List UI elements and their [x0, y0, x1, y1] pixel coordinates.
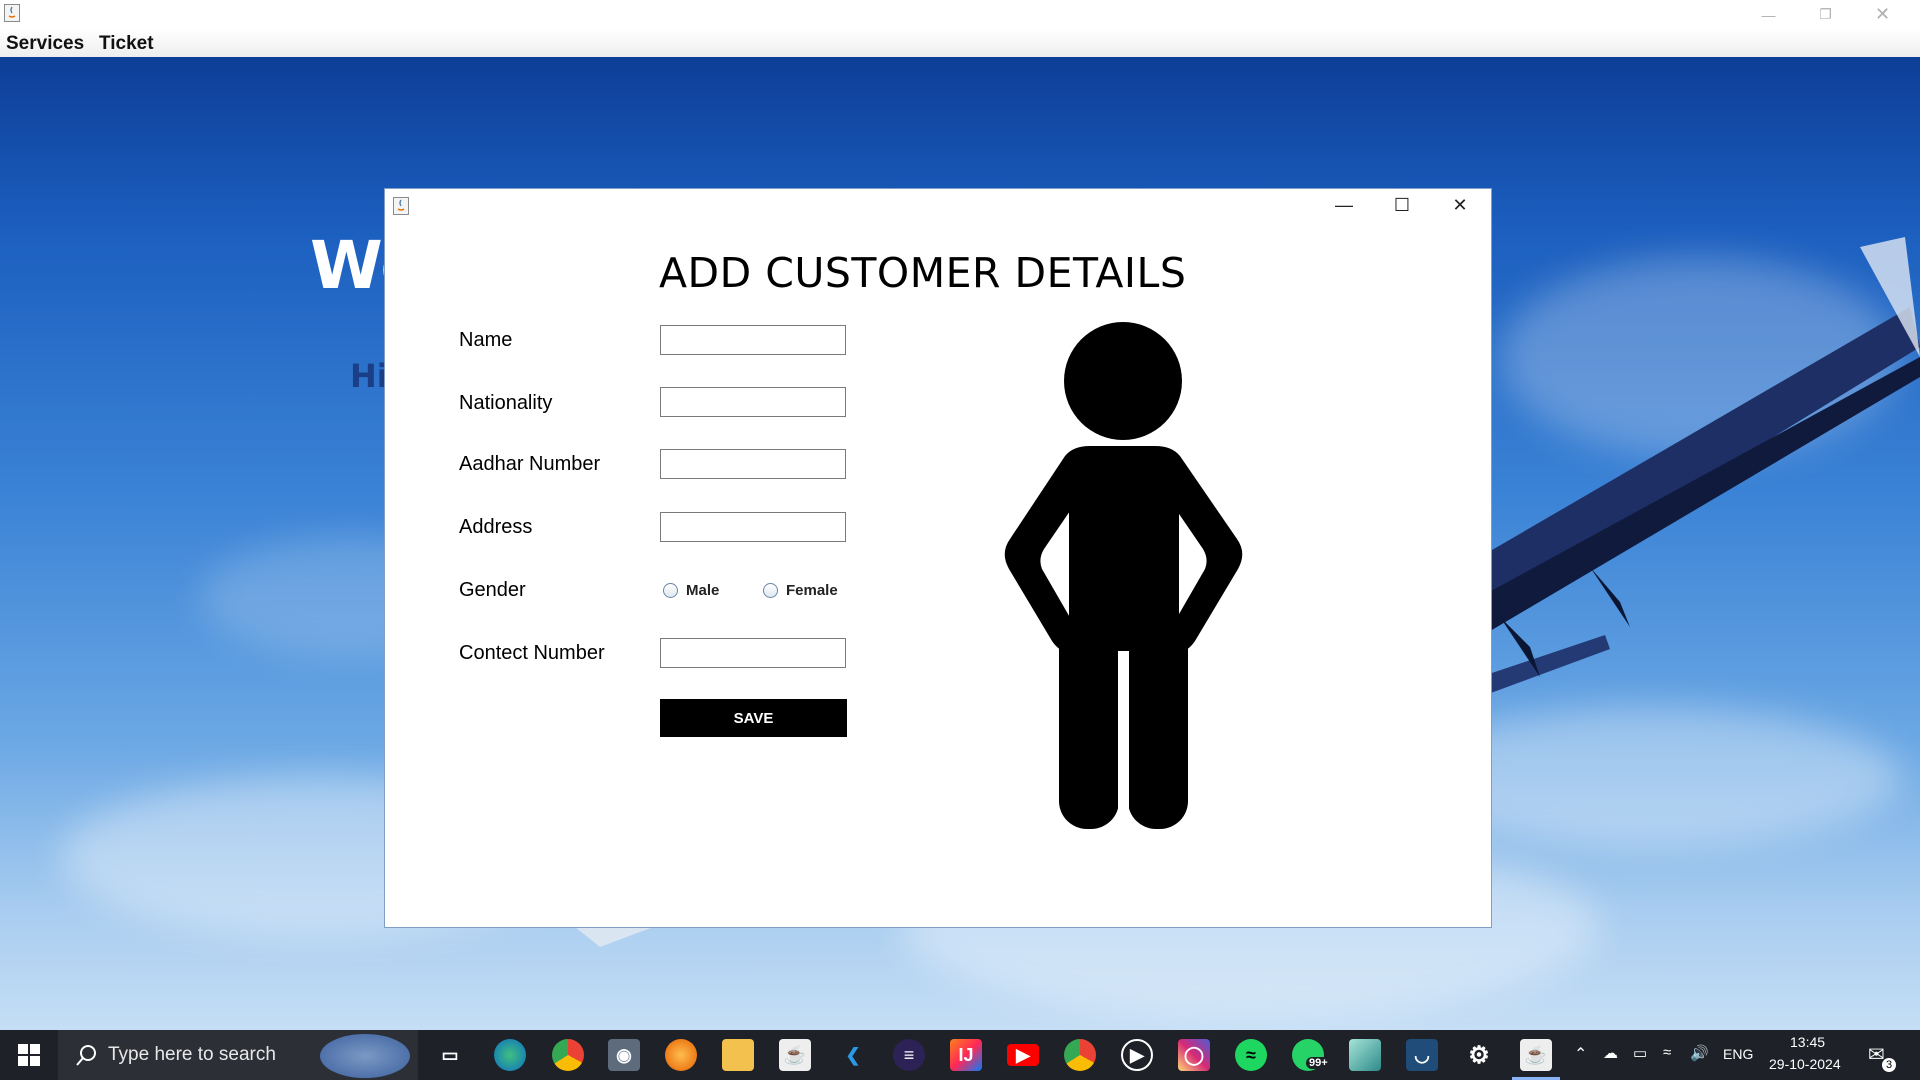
save-button[interactable]: SAVE	[660, 699, 847, 737]
firefox-icon[interactable]	[665, 1039, 697, 1071]
clock-time[interactable]: 13:45	[1790, 1034, 1825, 1050]
person-silhouette-icon	[1004, 322, 1243, 831]
radio-button-icon	[763, 583, 778, 598]
volume-icon[interactable]: 🔊	[1690, 1044, 1709, 1062]
whatsapp-icon[interactable]: 99+	[1292, 1039, 1331, 1071]
main-minimize-button[interactable]: —	[1740, 0, 1797, 29]
spotify-icon[interactable]: ≈	[1235, 1039, 1267, 1071]
chrome-icon[interactable]	[552, 1039, 584, 1071]
language-indicator[interactable]: ENG	[1723, 1046, 1753, 1062]
contact-number-label: Contect Number	[459, 642, 605, 664]
intellij-icon[interactable]: IJ	[950, 1039, 982, 1071]
notification-count-badge: 3	[1882, 1058, 1896, 1072]
onedrive-cloud-icon[interactable]: ☁	[1603, 1044, 1618, 1062]
file-explorer-icon[interactable]	[722, 1039, 754, 1071]
battery-icon[interactable]: ▭	[1633, 1044, 1647, 1062]
gender-male-label: Male	[686, 582, 720, 599]
main-close-button[interactable]: ✕	[1854, 0, 1911, 29]
task-view-icon[interactable]: ▭	[434, 1039, 466, 1071]
add-customer-dialog: — ☐ ✕ ADD CUSTOMER DETAILS Name National…	[384, 188, 1492, 928]
contact-number-input[interactable]	[660, 638, 846, 668]
address-input[interactable]	[660, 512, 846, 542]
start-button[interactable]	[0, 1030, 58, 1080]
main-restore-button[interactable]: ❐	[1797, 0, 1854, 29]
dialog-maximize-button[interactable]: ☐	[1373, 189, 1431, 221]
aadhar-number-input[interactable]	[660, 449, 846, 479]
menu-ticket[interactable]: Ticket	[99, 33, 154, 55]
radio-button-icon	[663, 583, 678, 598]
dialog-close-button[interactable]: ✕	[1431, 189, 1489, 221]
dialog-minimize-button[interactable]: —	[1315, 189, 1373, 221]
aadhar-number-label: Aadhar Number	[459, 453, 601, 475]
tray-overflow-chevron-icon[interactable]: ⌃	[1574, 1044, 1587, 1064]
wifi-icon[interactable]: ≈	[1663, 1044, 1671, 1061]
form-title: ADD CUSTOMER DETAILS	[659, 249, 1187, 297]
address-label: Address	[459, 516, 533, 538]
media-player-icon[interactable]: ▶	[1121, 1039, 1153, 1071]
menu-services[interactable]: Services	[6, 33, 84, 55]
windows-logo-icon	[18, 1044, 40, 1066]
camera-icon[interactable]: ◉	[608, 1039, 640, 1071]
mysql-workbench-icon[interactable]: ◡	[1406, 1039, 1438, 1071]
greeting-text: Hi	[350, 357, 388, 395]
gender-female-label: Female	[786, 582, 838, 599]
gender-female-radio[interactable]: Female	[763, 582, 838, 599]
name-input[interactable]	[660, 325, 846, 355]
java-running-app-icon[interactable]: ☕	[1520, 1039, 1552, 1071]
chrome-profile-icon[interactable]	[1064, 1039, 1096, 1071]
edge-icon[interactable]	[494, 1039, 526, 1071]
nationality-input[interactable]	[660, 387, 846, 417]
youtube-icon[interactable]: ▶	[1007, 1044, 1039, 1066]
java-icon[interactable]: ☕	[779, 1039, 811, 1071]
instagram-icon[interactable]: ◯	[1178, 1039, 1210, 1071]
java-app-icon	[4, 4, 20, 22]
java-app-icon	[393, 197, 409, 215]
name-label: Name	[459, 329, 513, 351]
dialog-titlebar: — ☐ ✕	[385, 189, 1491, 221]
clock-date[interactable]: 29-10-2024	[1769, 1056, 1841, 1072]
nationality-label: Nationality	[459, 392, 553, 414]
notepad-icon[interactable]	[1349, 1039, 1381, 1071]
search-highlight-image	[320, 1034, 410, 1078]
taskbar-search-box[interactable]: Type here to search	[58, 1030, 418, 1080]
menu-bar: Services Ticket	[0, 29, 1920, 58]
search-placeholder: Type here to search	[108, 1044, 276, 1065]
vscode-icon[interactable]: ❮	[837, 1039, 869, 1071]
windows-taskbar: Type here to search ▭ ◉ ☕ ❮ ≡ IJ ▶ ▶ ◯ ≈…	[0, 1030, 1920, 1080]
settings-gear-icon[interactable]: ⚙	[1463, 1039, 1495, 1071]
search-icon	[76, 1045, 96, 1066]
main-window-titlebar: — ❐ ✕	[0, 0, 1920, 29]
eclipse-icon[interactable]: ≡	[893, 1039, 925, 1071]
gender-male-radio[interactable]: Male	[663, 582, 719, 599]
whatsapp-badge: 99+	[1306, 1057, 1331, 1069]
gender-label: Gender	[459, 579, 526, 601]
